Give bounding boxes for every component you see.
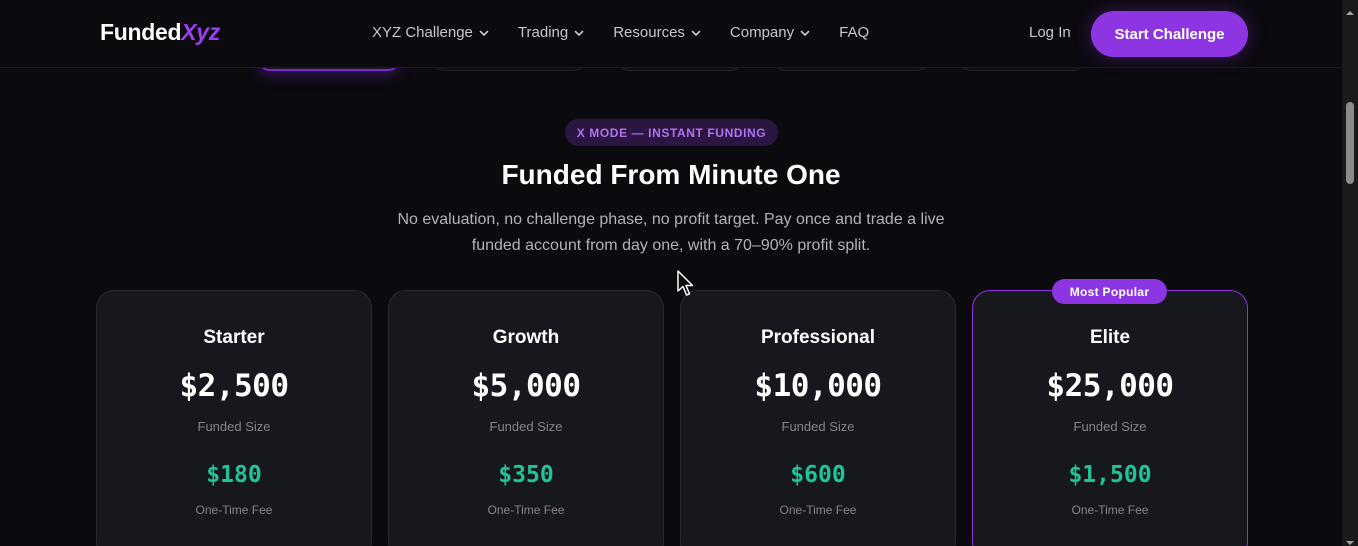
plan-fee-label: One-Time Fee	[1071, 503, 1149, 517]
plan-card-elite[interactable]: Elite $25,000 Funded Size $1,500 One-Tim…	[972, 290, 1248, 546]
plan-funded-size-label: Funded Size	[1073, 419, 1147, 434]
plan-funded-size-label: Funded Size	[489, 419, 563, 434]
page-scrollbar[interactable]	[1342, 0, 1358, 546]
nav-item-trading[interactable]: Trading	[518, 24, 584, 41]
chevron-down-icon	[479, 28, 489, 38]
top-navigation: FundedXyz XYZ Challenge Trading Resource…	[0, 0, 1342, 68]
nav-item-label: Resources	[613, 24, 685, 41]
plan-name: Growth	[492, 327, 560, 348]
nav-item-resources[interactable]: Resources	[613, 24, 701, 41]
nav-item-label: FAQ	[839, 24, 870, 41]
plan-funded-size: $25,000	[1046, 368, 1174, 404]
plan-card-professional[interactable]: Professional $10,000 Funded Size $600 On…	[680, 290, 956, 546]
scroll-down-arrow-icon[interactable]	[1346, 534, 1354, 545]
plan-fee-label: One-Time Fee	[487, 503, 565, 517]
plan-card-starter[interactable]: Starter $2,500 Funded Size $180 One-Time…	[96, 290, 372, 546]
plan-name: Elite	[1089, 327, 1131, 348]
login-link[interactable]: Log In	[1029, 24, 1071, 41]
instant-funding-badge: X MODE — INSTANT FUNDING	[565, 119, 778, 146]
plan-fee: $1,500	[1068, 462, 1152, 488]
plan-fee: $180	[206, 462, 262, 488]
plan-funded-size-label: Funded Size	[197, 419, 271, 434]
mouse-pointer-icon	[677, 270, 697, 298]
plan-fee-label: One-Time Fee	[779, 503, 857, 517]
nav-item-xyz-challenge[interactable]: XYZ Challenge	[372, 24, 489, 41]
plan-fee-label: One-Time Fee	[195, 503, 273, 517]
brand-name-main: Funded	[100, 19, 182, 45]
nav-menu: XYZ Challenge Trading Resources Company …	[372, 24, 898, 41]
nav-item-label: XYZ Challenge	[372, 24, 473, 41]
nav-item-company[interactable]: Company	[730, 24, 810, 41]
section-title: Funded From Minute One	[501, 159, 841, 190]
plan-funded-size: $5,000	[471, 368, 581, 404]
nav-item-label: Trading	[517, 24, 569, 41]
start-challenge-button[interactable]: Start Challenge	[1091, 11, 1248, 57]
section-subtitle: No evaluation, no challenge phase, no pr…	[397, 211, 945, 254]
chevron-down-icon	[574, 28, 584, 38]
plan-name: Starter	[203, 327, 265, 348]
plan-fee: $600	[790, 462, 846, 488]
plan-funded-size: $2,500	[179, 368, 289, 404]
brand-logo[interactable]: FundedXyz	[100, 19, 220, 46]
nav-item-label: Company	[729, 24, 795, 41]
plan-card-growth[interactable]: Growth $5,000 Funded Size $350 One-Time …	[388, 290, 664, 546]
chevron-down-icon	[691, 28, 701, 38]
plan-funded-size-label: Funded Size	[781, 419, 855, 434]
chevron-down-icon	[800, 28, 810, 38]
plan-name: Professional	[760, 327, 876, 348]
brand-name-accent: Xyz	[181, 19, 220, 45]
plan-fee: $350	[498, 462, 554, 488]
nav-item-faq[interactable]: FAQ	[839, 24, 869, 41]
most-popular-badge: Most Popular	[1052, 279, 1167, 304]
scrollbar-thumb[interactable]	[1346, 102, 1354, 184]
scroll-up-arrow-icon[interactable]	[1346, 4, 1354, 15]
plan-funded-size: $10,000	[754, 368, 882, 404]
